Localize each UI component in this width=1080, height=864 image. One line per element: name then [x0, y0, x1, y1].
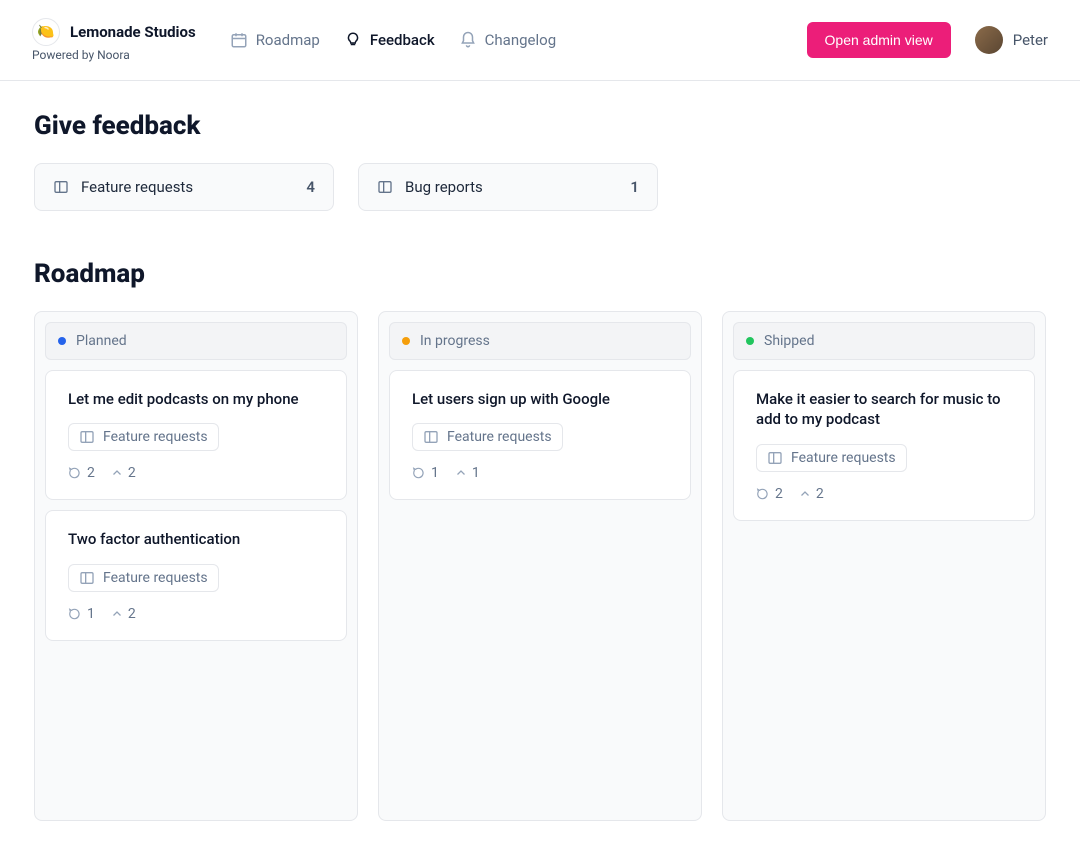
card-tag-label: Feature requests	[791, 450, 896, 466]
comment-count: 1	[412, 465, 439, 481]
board-icon	[53, 179, 69, 195]
chevron-up-icon	[799, 488, 811, 500]
card-title: Let users sign up with Google	[412, 389, 668, 409]
main-nav: Roadmap Feedback Changelog	[230, 31, 556, 49]
roadmap-title: Roadmap	[34, 259, 1046, 289]
user-menu[interactable]: Peter	[975, 26, 1048, 54]
page-content: Give feedback Feature requests 4 Bug rep…	[0, 81, 1080, 861]
card-stats: 1 1	[412, 465, 668, 481]
card-tag-label: Feature requests	[103, 570, 208, 586]
feedback-board-feature-requests[interactable]: Feature requests 4	[34, 163, 334, 211]
brand-name: Lemonade Studios	[70, 23, 196, 41]
chevron-up-icon	[111, 608, 123, 620]
column-title: Shipped	[764, 333, 814, 349]
feedback-board-label: Bug reports	[405, 178, 618, 196]
board-icon	[423, 429, 439, 445]
avatar	[975, 26, 1003, 54]
feedback-board-label: Feature requests	[81, 178, 294, 196]
nav-item-label: Feedback	[370, 31, 435, 49]
comment-count: 1	[68, 606, 95, 622]
comment-icon	[756, 487, 770, 501]
board-icon	[377, 179, 393, 195]
roadmap-card[interactable]: Two factor authentication Feature reques…	[45, 510, 347, 640]
comment-icon	[412, 466, 426, 480]
status-dot-icon	[58, 337, 66, 345]
card-tag[interactable]: Feature requests	[68, 423, 219, 451]
feedback-board-count: 4	[306, 178, 315, 196]
card-title: Let me edit podcasts on my phone	[68, 389, 324, 409]
card-tag-label: Feature requests	[103, 429, 208, 445]
status-dot-icon	[746, 337, 754, 345]
card-tag[interactable]: Feature requests	[412, 423, 563, 451]
give-feedback-title: Give feedback	[34, 111, 1046, 141]
vote-count: 2	[111, 606, 136, 622]
feedback-board-list: Feature requests 4 Bug reports 1	[34, 163, 1046, 211]
bell-icon	[459, 31, 477, 49]
board-icon	[79, 570, 95, 586]
column-title: In progress	[420, 333, 490, 349]
user-name-label: Peter	[1013, 31, 1048, 49]
feedback-board-bug-reports[interactable]: Bug reports 1	[358, 163, 658, 211]
card-tag[interactable]: Feature requests	[68, 564, 219, 592]
comment-count: 2	[68, 465, 95, 481]
card-title: Two factor authentication	[68, 529, 324, 549]
nav-item-feedback[interactable]: Feedback	[344, 31, 435, 49]
card-tag-label: Feature requests	[447, 429, 552, 445]
powered-by-label: Powered by Noora	[32, 48, 196, 62]
nav-item-roadmap[interactable]: Roadmap	[230, 31, 320, 49]
brand-logo: 🍋	[32, 18, 60, 46]
roadmap-card[interactable]: Make it easier to search for music to ad…	[733, 370, 1035, 521]
card-title: Make it easier to search for music to ad…	[756, 389, 1012, 430]
card-stats: 1 2	[68, 606, 324, 622]
vote-count: 2	[111, 465, 136, 481]
status-dot-icon	[402, 337, 410, 345]
board-icon	[767, 450, 783, 466]
chevron-up-icon	[111, 467, 123, 479]
vote-count: 1	[455, 465, 480, 481]
brand-block: 🍋 Lemonade Studios Powered by Noora	[32, 18, 196, 62]
comment-icon	[68, 607, 82, 621]
comment-icon	[68, 466, 82, 480]
nav-item-changelog[interactable]: Changelog	[459, 31, 556, 49]
column-header: Planned	[45, 322, 347, 360]
roadmap-card[interactable]: Let me edit podcasts on my phone Feature…	[45, 370, 347, 500]
column-title: Planned	[76, 333, 127, 349]
comment-count: 2	[756, 486, 783, 502]
card-stats: 2 2	[756, 486, 1012, 502]
column-in-progress: In progress Let users sign up with Googl…	[378, 311, 702, 821]
calendar-icon	[230, 31, 248, 49]
open-admin-button[interactable]: Open admin view	[807, 22, 951, 58]
vote-count: 2	[799, 486, 824, 502]
nav-item-label: Roadmap	[256, 31, 320, 49]
column-planned: Planned Let me edit podcasts on my phone…	[34, 311, 358, 821]
roadmap-columns: Planned Let me edit podcasts on my phone…	[34, 311, 1046, 821]
chevron-up-icon	[455, 467, 467, 479]
feedback-board-count: 1	[630, 178, 639, 196]
column-header: Shipped	[733, 322, 1035, 360]
column-shipped: Shipped Make it easier to search for mus…	[722, 311, 1046, 821]
board-icon	[79, 429, 95, 445]
lightbulb-icon	[344, 31, 362, 49]
topbar: 🍋 Lemonade Studios Powered by Noora Road…	[0, 0, 1080, 81]
column-header: In progress	[389, 322, 691, 360]
card-tag[interactable]: Feature requests	[756, 444, 907, 472]
nav-item-label: Changelog	[485, 31, 556, 49]
card-stats: 2 2	[68, 465, 324, 481]
roadmap-card[interactable]: Let users sign up with Google Feature re…	[389, 370, 691, 500]
